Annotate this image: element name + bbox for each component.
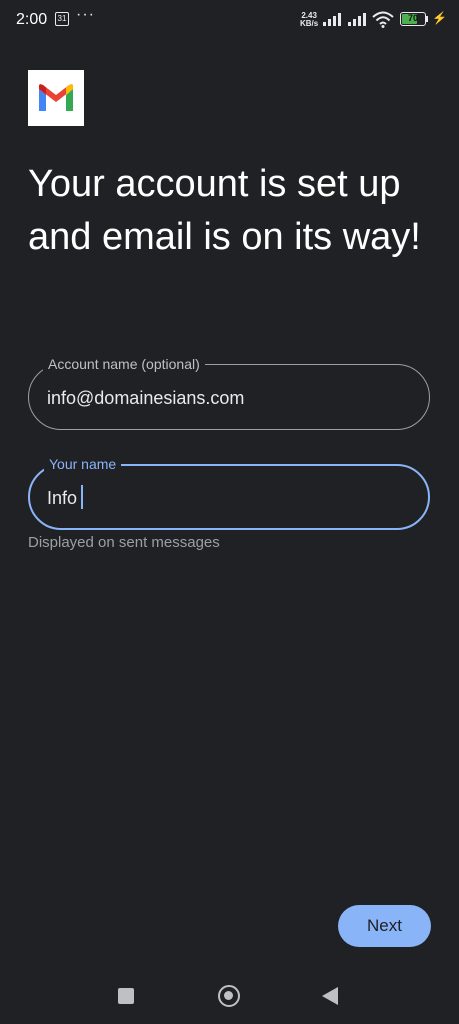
calendar-icon: 31 (55, 12, 69, 26)
your-name-label: Your name (44, 456, 122, 472)
text-cursor (81, 485, 83, 509)
status-bar: 2:00 31 ··· 2.43 KB/s 70 ⚡ (0, 0, 459, 40)
your-name-input[interactable]: Info (47, 487, 77, 509)
signal-icon (348, 13, 366, 26)
your-name-helper-text: Displayed on sent messages (28, 534, 220, 551)
page-title: Your account is set up and email is on i… (28, 163, 421, 258)
recents-icon[interactable] (118, 988, 134, 1004)
back-icon[interactable] (322, 987, 338, 1005)
battery-level: 70 (407, 13, 418, 23)
wifi-icon (372, 11, 394, 28)
network-speed-unit: KB/s (300, 19, 319, 28)
account-name-label: Account name (optional) (43, 356, 205, 372)
network-speed: 2.43 KB/s (300, 12, 318, 28)
next-button[interactable]: Next (338, 905, 431, 947)
gmail-logo-icon (28, 70, 84, 126)
battery-icon: 70 (400, 12, 426, 26)
signal-icon (323, 13, 341, 26)
your-name-field[interactable]: Your name Info (28, 456, 430, 530)
account-name-input[interactable]: info@domainesians.com (47, 387, 244, 409)
account-name-field[interactable]: Account name (optional) info@domainesian… (28, 356, 430, 430)
home-icon[interactable] (218, 985, 240, 1007)
system-nav-bar (0, 970, 459, 1024)
charging-icon: ⚡ (432, 11, 447, 25)
status-time: 2:00 (16, 11, 48, 28)
more-notifications-icon: ··· (76, 6, 95, 23)
